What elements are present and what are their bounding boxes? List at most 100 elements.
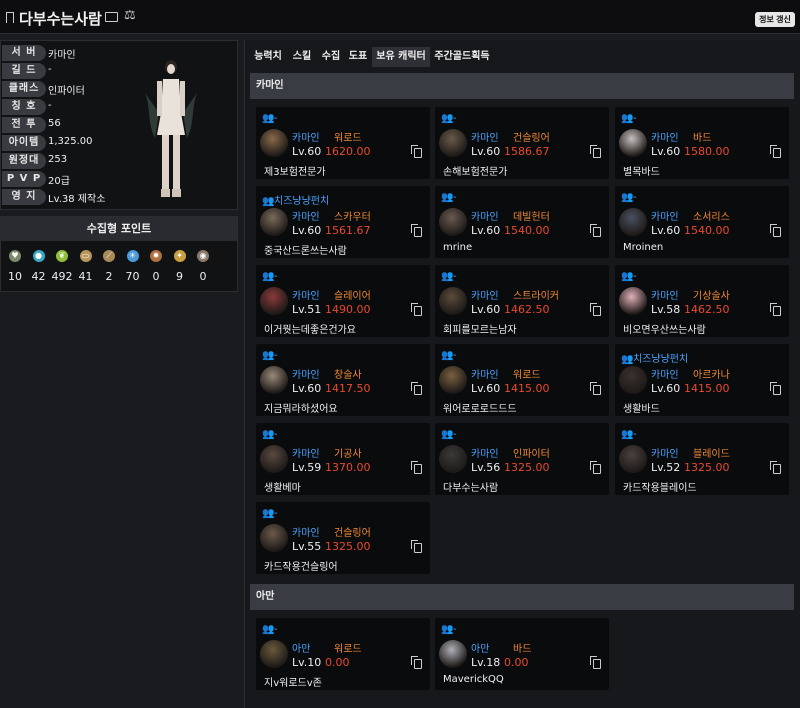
- seed-icon[interactable]: ❦: [56, 250, 68, 262]
- collection-points-panel: 수집형 포인트 ♥ 10 ● 42 ❦ 492 ▭ 41 ⟋ 2 ✳ 70 ✹ 0 ✦ 9 ◉ 0: [0, 216, 238, 292]
- bookmark-icon[interactable]: [6, 12, 14, 23]
- card-class: 데빌헌터: [513, 212, 550, 223]
- copy-icon[interactable]: [590, 656, 601, 669]
- server-section-header: 아만: [250, 584, 794, 610]
- card-character-name: 지금뭐라하셨어요: [264, 404, 338, 415]
- profile-row: P V P 20급: [1, 170, 237, 188]
- refresh-button[interactable]: 정보 갱신: [755, 12, 795, 27]
- card-item-level: 1462.50: [684, 303, 730, 316]
- ignea-icon[interactable]: ✹: [150, 250, 162, 262]
- card-character-name: 손해보험전문가: [443, 167, 508, 178]
- tab-2[interactable]: 수집: [318, 47, 344, 67]
- character-card[interactable]: 👥- 카마인 건슬링어 Lv.55 1325.00 카드작용건슬링어: [256, 502, 430, 574]
- character-card[interactable]: 👥- 카마인 창술사 Lv.60 1417.50 지금뭐라하셨어요: [256, 344, 430, 416]
- collection-value: 41: [78, 270, 93, 283]
- card-level: Lv.59: [292, 461, 322, 474]
- copy-icon[interactable]: [411, 224, 422, 237]
- card-guild: 👥-: [441, 192, 457, 203]
- copy-icon[interactable]: [590, 461, 601, 474]
- character-card[interactable]: 👥- 카마인 슬레이어 Lv.51 1490.00 이거뭣는데좋은건가요: [256, 265, 430, 337]
- character-card[interactable]: 👥- 카마인 워로드 Lv.60 1620.00 제3보험전문가: [256, 107, 430, 179]
- copy-icon[interactable]: [411, 656, 422, 669]
- profile-label: 길 드: [2, 63, 46, 79]
- copy-icon[interactable]: [770, 461, 781, 474]
- copy-icon[interactable]: [770, 303, 781, 316]
- character-card[interactable]: 👥- 카마인 기상술사 Lv.58 1462.50 비오면우산쓰는사람: [615, 265, 789, 337]
- character-avatar: [439, 287, 467, 315]
- tab-1[interactable]: 스킬: [287, 47, 317, 67]
- leaf-icon[interactable]: ✳: [126, 250, 139, 262]
- card-guild: 👥-: [262, 350, 278, 361]
- artwork-icon[interactable]: ▭: [79, 250, 92, 262]
- guild-members-icon: 👥: [441, 113, 454, 124]
- character-avatar: [439, 445, 467, 473]
- character-card[interactable]: 👥- 카마인 건슬링어 Lv.60 1586.67 손해보험전문가: [435, 107, 609, 179]
- card-level: Lv.58: [651, 303, 681, 316]
- card-server: 카마인: [292, 370, 320, 381]
- guild-name: -: [274, 113, 278, 124]
- profile-label: P V P: [2, 171, 46, 187]
- tab-4[interactable]: 보유 캐릭터: [372, 47, 430, 67]
- character-card[interactable]: 👥치즈냥냥펀치 카마인 아르카나 Lv.60 1415.00 생활바드: [615, 344, 789, 416]
- tab-3[interactable]: 도표: [345, 47, 371, 67]
- character-avatar: [619, 129, 647, 157]
- copy-icon[interactable]: [590, 145, 601, 158]
- character-avatar: [439, 129, 467, 157]
- character-card[interactable]: 👥- 카마인 기공사 Lv.59 1370.00 생활베마: [256, 423, 430, 495]
- voyage-icon[interactable]: ⟋: [103, 250, 115, 262]
- character-card[interactable]: 👥- 카마인 워로드 Lv.60 1415.00 워어로로로드드드: [435, 344, 609, 416]
- guild-name: -: [274, 350, 278, 361]
- guild-name: -: [453, 192, 457, 203]
- card-guild: 👥-: [262, 429, 278, 440]
- tab-5[interactable]: 주간골드획득: [431, 47, 493, 67]
- copy-icon[interactable]: [770, 382, 781, 395]
- character-card[interactable]: 👥- 카마인 블레이드 Lv.52 1325.00 카드작용블레이드: [615, 423, 789, 495]
- character-avatar: [439, 366, 467, 394]
- card-class: 워로드: [334, 644, 362, 655]
- scale-icon[interactable]: ⚖: [124, 8, 136, 23]
- character-card[interactable]: 👥치즈냥냥펀치 카마인 스카우터 Lv.60 1561.67 중국산드론쓰는사람: [256, 186, 430, 258]
- card-guild: 👥치즈냥냥펀치: [621, 350, 688, 365]
- copy-icon[interactable]: [411, 540, 422, 553]
- copy-icon[interactable]: [590, 303, 601, 316]
- card-server: 카마인: [651, 212, 679, 223]
- card-level: Lv.60: [292, 382, 322, 395]
- orgel-icon[interactable]: ◉: [197, 250, 209, 262]
- copy-icon[interactable]: [590, 224, 601, 237]
- character-avatar: [439, 640, 467, 668]
- card-level: Lv.60: [292, 224, 322, 237]
- card-server: 아만: [292, 644, 311, 655]
- id-card-icon[interactable]: [105, 12, 118, 22]
- card-server: 카마인: [651, 370, 679, 381]
- character-card[interactable]: 👥- 카마인 인파이터 Lv.56 1325.00 다부수는사람: [435, 423, 609, 495]
- star-icon[interactable]: ✦: [173, 250, 186, 262]
- copy-icon[interactable]: [411, 382, 422, 395]
- copy-icon[interactable]: [590, 382, 601, 395]
- collection-value: 492: [51, 270, 73, 283]
- card-class: 소서리스: [693, 212, 730, 223]
- character-card[interactable]: 👥- 카마인 바드 Lv.60 1580.00 별목바드: [615, 107, 789, 179]
- character-card[interactable]: 👥- 아만 바드 Lv.18 0.00 MaverickQQ: [435, 618, 609, 690]
- card-level: Lv.60: [651, 145, 681, 158]
- copy-icon[interactable]: [411, 145, 422, 158]
- copy-icon[interactable]: [770, 145, 781, 158]
- tab-0[interactable]: 능력치: [250, 47, 286, 67]
- island-heart-icon[interactable]: ♥: [9, 250, 21, 262]
- card-server: 카마인: [471, 133, 499, 144]
- copy-icon[interactable]: [411, 461, 422, 474]
- card-guild: 👥-: [262, 271, 278, 282]
- card-class: 건슬링어: [334, 528, 371, 539]
- copy-icon[interactable]: [770, 224, 781, 237]
- card-server: 카마인: [471, 291, 499, 302]
- copy-icon[interactable]: [411, 303, 422, 316]
- orb-icon[interactable]: ●: [32, 250, 45, 262]
- character-card[interactable]: 👥- 카마인 스트라이커 Lv.60 1462.50 회피를모르는남자: [435, 265, 609, 337]
- card-guild: 👥-: [262, 624, 278, 635]
- character-card[interactable]: 👥- 카마인 데빌헌터 Lv.60 1540.00 mrine: [435, 186, 609, 258]
- character-card[interactable]: 👥- 카마인 소서리스 Lv.60 1540.00 Mroinen: [615, 186, 789, 258]
- card-level: Lv.60: [471, 382, 501, 395]
- character-card[interactable]: 👥- 아만 워로드 Lv.10 0.00 지v워로드v존: [256, 618, 430, 690]
- card-server: 카마인: [471, 212, 499, 223]
- card-item-level: 1620.00: [325, 145, 371, 158]
- character-avatar: [260, 524, 288, 552]
